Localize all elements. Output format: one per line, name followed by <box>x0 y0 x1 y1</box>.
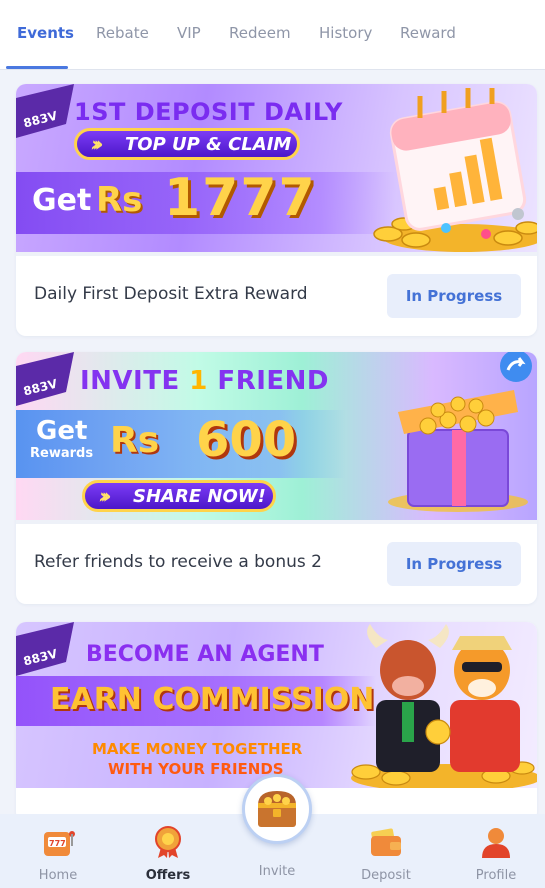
get-label: Get <box>32 183 92 218</box>
card-footer: Daily First Deposit Extra Reward In Prog… <box>16 252 537 336</box>
banner-line-1: MAKE MONEY TOGETHER <box>92 740 303 758</box>
share-now-label: SHARE NOW! <box>133 485 266 507</box>
wallet-icon <box>371 828 401 856</box>
reward-amount: 600 <box>196 412 297 468</box>
tab-reward[interactable]: Reward <box>400 24 456 42</box>
banner-headline: BECOME AN AGENT <box>86 642 324 667</box>
status-button[interactable]: In Progress <box>387 274 521 318</box>
tab-rebate[interactable]: Rebate <box>96 24 149 42</box>
nav-invite-label: Invite <box>258 864 296 879</box>
banner-subhead: EARN COMMISSION <box>50 682 375 717</box>
get-label: Get <box>36 416 88 446</box>
active-tab-indicator <box>6 66 68 69</box>
nav-deposit[interactable]: Deposit <box>346 826 426 883</box>
banner-line-2: WITH YOUR FRIENDS <box>108 760 284 778</box>
brand-badge: 883V <box>16 622 74 676</box>
event-card-first-deposit[interactable]: 883V 1ST DEPOSIT DAILY ››› TOP UP & CLAI… <box>16 84 537 336</box>
tab-bar: Events Rebate VIP Redeem History Reward <box>0 0 545 70</box>
nav-home[interactable]: 777 Home <box>18 826 98 883</box>
treasure-chest-icon <box>258 791 296 827</box>
svg-text:777: 777 <box>49 839 66 848</box>
become-agent-banner[interactable]: 883V BECOME AN AGENT EARN COMMISSION MAK… <box>16 622 537 788</box>
event-title: Refer friends to receive a bonus 2 <box>34 552 322 572</box>
nav-profile-label: Profile <box>475 868 517 883</box>
nav-home-label: Home <box>38 868 78 883</box>
nav-offers-label: Offers <box>145 868 191 883</box>
top-up-claim-label: TOP UP & CLAIM <box>125 133 292 155</box>
share-now-button[interactable]: ››› SHARE NOW! <box>82 480 276 512</box>
tab-vip[interactable]: VIP <box>177 24 201 42</box>
card-footer: Refer friends to receive a bonus 2 In Pr… <box>16 520 537 604</box>
headline-number: 1 <box>189 366 208 396</box>
headline-prefix: INVITE <box>80 366 190 396</box>
nav-profile[interactable]: Profile <box>456 826 536 883</box>
nav-deposit-label: Deposit <box>361 868 411 883</box>
calendar-coins-illustration <box>373 88 537 252</box>
invite-friend-banner[interactable]: 883V INVITE 1 FRIEND Get Rewards Rs 600 … <box>16 352 537 520</box>
slot-machine-icon: 777 <box>44 831 75 856</box>
event-title: Daily First Deposit Extra Reward <box>34 284 308 304</box>
event-card-invite-friend[interactable]: 883V INVITE 1 FRIEND Get Rewards Rs 600 … <box>16 352 537 604</box>
banner-headline: INVITE 1 FRIEND <box>80 366 329 396</box>
tab-redeem[interactable]: Redeem <box>229 24 291 42</box>
user-icon <box>482 828 510 858</box>
top-up-claim-button[interactable]: ››› TOP UP & CLAIM <box>74 128 300 160</box>
bull-tiger-illustration <box>351 624 537 788</box>
banner-headline: 1ST DEPOSIT DAILY <box>74 98 343 126</box>
brand-badge: 883V <box>16 352 74 406</box>
first-deposit-banner[interactable]: 883V 1ST DEPOSIT DAILY ››› TOP UP & CLAI… <box>16 84 537 252</box>
medal-icon <box>155 826 181 858</box>
status-button[interactable]: In Progress <box>387 542 521 586</box>
headline-suffix: FRIEND <box>207 366 329 396</box>
double-chevron-icon: ››› <box>99 484 112 508</box>
double-chevron-icon: ››› <box>91 132 104 156</box>
invite-center-button[interactable] <box>242 774 312 844</box>
tab-history[interactable]: History <box>319 24 372 42</box>
currency-label: Rs <box>110 420 160 461</box>
nav-offers[interactable]: Offers <box>128 826 208 883</box>
gift-box-illustration <box>388 352 532 512</box>
currency-label: Rs <box>96 180 143 220</box>
reward-amount: 1777 <box>164 168 317 228</box>
rewards-label: Rewards <box>30 446 94 461</box>
tab-events[interactable]: Events <box>17 24 74 42</box>
